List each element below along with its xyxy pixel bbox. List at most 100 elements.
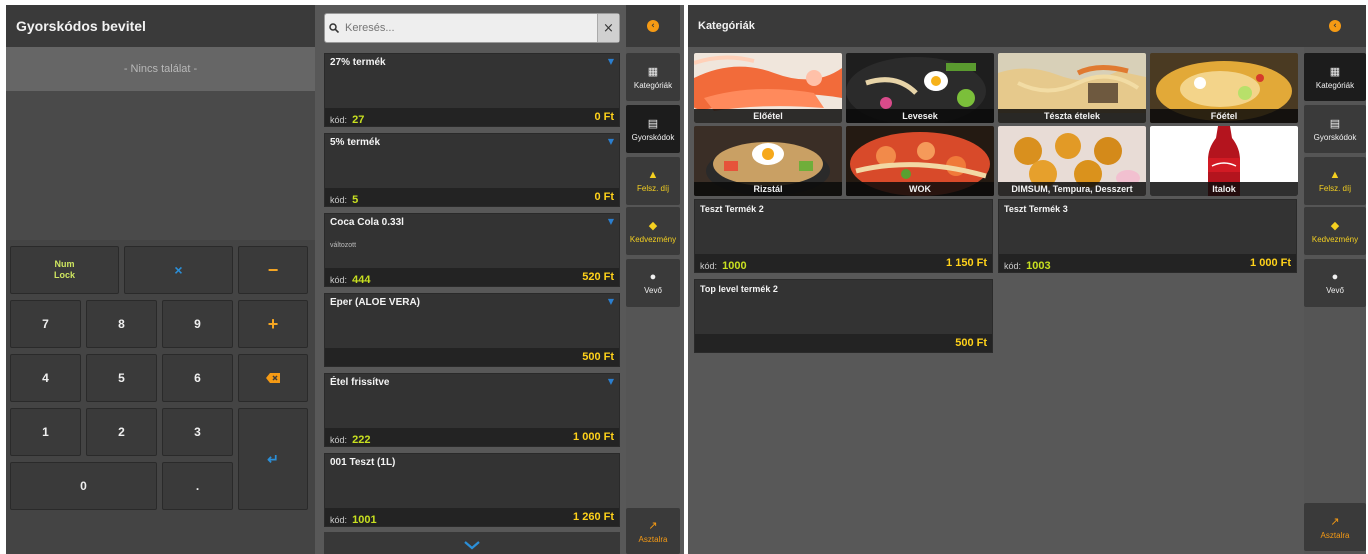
product-card[interactable]: Teszt Termék 3 kód: 1003 1 000 Ft <box>998 199 1297 273</box>
key-0[interactable]: 0 <box>10 462 157 510</box>
back-button[interactable]: ‹ <box>626 5 680 47</box>
sidebar-item-quickcodes[interactable]: ▤ Gyorskódok <box>1304 105 1366 153</box>
product-price: 500 Ft <box>582 351 614 363</box>
sidebar-item-discount[interactable]: ◆ Kedvezmény <box>1304 207 1366 255</box>
key-9[interactable]: 9 <box>162 300 233 348</box>
categories-panel: Kategóriák Előétel Levesek Tészta ételek… <box>688 5 1366 554</box>
sidebar-item-customer[interactable]: ● Vevő <box>626 259 680 307</box>
backspace-key[interactable] <box>238 354 308 402</box>
key-5[interactable]: 5 <box>86 354 157 402</box>
key-2[interactable]: 2 <box>86 408 157 456</box>
code-label: kód: <box>330 194 348 205</box>
minus-key[interactable]: − <box>238 246 308 294</box>
product-card[interactable]: Coca Cola 0.33l ▼ változott kód: 444 520… <box>324 213 620 287</box>
numlock-key[interactable]: Num Lock <box>10 246 119 294</box>
back-icon: ‹ <box>1329 20 1341 32</box>
product-code: 1000 <box>722 259 747 272</box>
calculator-icon: ▤ <box>1329 117 1341 130</box>
service-bell-icon: ▲ <box>1329 169 1341 181</box>
product-name: Top level termék 2 <box>700 284 778 294</box>
clear-search-button[interactable]: × <box>597 14 619 42</box>
sidebar-item-label: Gyorskódok <box>1313 132 1357 142</box>
key-3[interactable]: 3 <box>162 408 233 456</box>
key-9-label: 9 <box>194 317 201 331</box>
product-code: 222 <box>352 433 371 446</box>
product-card[interactable]: 001 Teszt (1L) kód: 1001 1 260 Ft <box>324 453 620 527</box>
to-tables-button[interactable]: ↗ Asztalra <box>626 508 680 554</box>
product-price: 0 Ft <box>594 111 614 123</box>
category-tile[interactable]: Tészta ételek <box>998 53 1146 123</box>
category-label: WOK <box>846 182 994 196</box>
product-card[interactable]: Eper (ALOE VERA) ▼ 500 Ft <box>324 293 620 367</box>
multiply-icon: × <box>174 262 183 278</box>
product-footer: kód: 1003 1 000 Ft <box>999 254 1296 272</box>
category-tile[interactable]: Levesek <box>846 53 994 123</box>
key-2-label: 2 <box>118 425 125 439</box>
category-tile[interactable]: Előétel <box>694 53 842 123</box>
product-footer: kód: 5 0 Ft <box>325 188 619 206</box>
product-code-wrap: kód: 444 <box>330 268 370 287</box>
product-card[interactable]: 27% termék ▼ kód: 27 0 Ft <box>324 53 620 127</box>
key-4[interactable]: 4 <box>10 354 81 402</box>
product-code-wrap: kód: 1003 <box>1004 254 1051 273</box>
back-button[interactable]: ‹ <box>1304 5 1366 47</box>
product-code: 444 <box>352 273 371 286</box>
sidebar-item-quickcodes[interactable]: ▤ Gyorskódok <box>626 105 680 153</box>
product-price: 0 Ft <box>594 191 614 203</box>
multiply-key[interactable]: × <box>124 246 233 294</box>
product-name: Teszt Termék 2 <box>700 204 764 214</box>
search-input[interactable] <box>343 14 597 42</box>
grid-icon: ▦ <box>647 65 659 78</box>
key-6[interactable]: 6 <box>162 354 233 402</box>
page-title: Kategóriák <box>688 5 1304 47</box>
left-sidebar: ‹ ▦ Kategóriák ▤ Gyorskódok ▲ Felsz. díj… <box>626 5 680 554</box>
backspace-icon <box>266 373 280 383</box>
code-display <box>6 91 315 240</box>
search-box: × <box>324 13 620 43</box>
sidebar-item-categories[interactable]: ▦ Kategóriák <box>626 53 680 101</box>
product-name: 5% termék <box>330 137 381 148</box>
product-price: 1 000 Ft <box>1250 257 1291 269</box>
sidebar-item-label: Vevő <box>644 286 662 295</box>
page-title: Gyorskódos bevitel <box>6 5 315 47</box>
category-tile[interactable]: DIMSUM, Tempura, Desszert <box>998 126 1146 196</box>
category-tile[interactable]: Rizstál <box>694 126 842 196</box>
code-label: kód: <box>330 274 348 285</box>
plus-key[interactable]: + <box>238 300 308 348</box>
product-code-wrap: kód: 5 <box>330 188 358 207</box>
product-card[interactable]: Teszt Termék 2 kód: 1000 1 150 Ft <box>694 199 993 273</box>
key-7[interactable]: 7 <box>10 300 81 348</box>
product-card[interactable]: Top level termék 2 500 Ft <box>694 279 993 353</box>
product-code-wrap: kód: 222 <box>330 428 370 447</box>
category-label: Tészta ételek <box>998 109 1146 123</box>
service-bell-icon: ▲ <box>647 169 659 181</box>
key-8-label: 8 <box>118 317 125 331</box>
to-tables-button[interactable]: ↗ Asztalra <box>1304 503 1366 551</box>
category-tile[interactable]: Főétel <box>1150 53 1298 123</box>
sidebar-item-discount[interactable]: ◆ Kedvezmény <box>626 207 680 255</box>
scroll-down-button[interactable] <box>324 532 620 554</box>
category-tile[interactable]: Italok <box>1150 126 1298 196</box>
product-card[interactable]: Étel frissítve ▼ kód: 222 1 000 Ft <box>324 373 620 447</box>
sidebar-item-label: Kategóriák <box>1315 80 1355 90</box>
key-8[interactable]: 8 <box>86 300 157 348</box>
product-name: 27% termék <box>330 57 386 68</box>
sidebar-item-customer[interactable]: ● Vevő <box>1304 259 1366 307</box>
product-search-column: × 27% termék ▼ kód: 27 0 Ft 5% termék ▼ … <box>320 5 624 554</box>
to-tables-label: Asztalra <box>638 534 668 544</box>
code-label: kód: <box>1004 260 1022 271</box>
key-1[interactable]: 1 <box>10 408 81 456</box>
decimal-key[interactable]: . <box>162 462 233 510</box>
product-price: 520 Ft <box>582 271 614 283</box>
enter-key[interactable]: ↵ <box>238 408 308 510</box>
tag-icon: ◆ <box>648 219 658 232</box>
sidebar-item-service-fee[interactable]: ▲ Felsz. díj <box>626 157 680 205</box>
category-label: Főétel <box>1150 109 1298 123</box>
sidebar-item-service-fee[interactable]: ▲ Felsz. díj <box>1304 157 1366 205</box>
product-code-wrap: kód: 1001 <box>330 508 377 527</box>
sidebar-item-categories[interactable]: ▦ Kategóriák <box>1304 53 1366 101</box>
product-footer: kód: 222 1 000 Ft <box>325 428 619 446</box>
product-card[interactable]: 5% termék ▼ kód: 5 0 Ft <box>324 133 620 207</box>
category-tile[interactable]: WOK <box>846 126 994 196</box>
sidebar-item-label: Felsz. díj <box>1318 184 1351 193</box>
